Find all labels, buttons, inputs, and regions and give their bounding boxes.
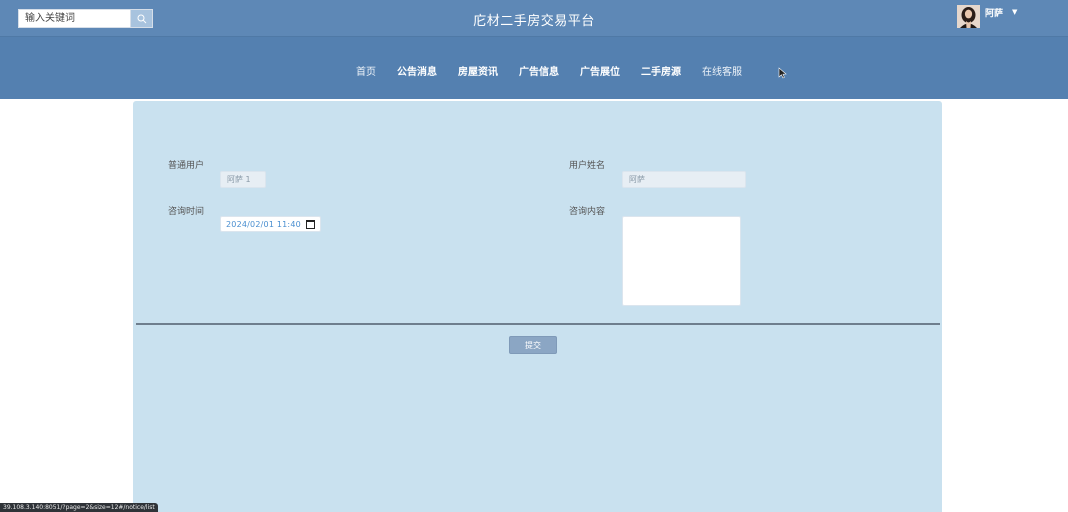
user-field[interactable]: 阿萨 1	[220, 171, 266, 188]
caret-down-icon[interactable]: ▼	[1012, 8, 1017, 16]
nav-item-second-hand-houses[interactable]: 二手房源	[641, 63, 681, 78]
content-textarea[interactable]	[622, 216, 741, 306]
time-value: 2024/02/01 11:40	[226, 219, 301, 229]
divider	[136, 323, 940, 325]
name-label: 用户姓名	[569, 161, 606, 171]
nav-menu: 首页 公告消息 房屋资讯 广告信息 广告展位 二手房源 在线客服	[356, 63, 763, 78]
consultation-form-panel	[133, 101, 942, 512]
user-label: 普通用户	[168, 161, 205, 171]
content-label: 咨询内容	[569, 207, 606, 217]
nav-item-house-news[interactable]: 房屋资讯	[458, 63, 498, 78]
user-name[interactable]: 阿萨	[985, 6, 1003, 19]
calendar-icon[interactable]	[306, 219, 315, 229]
status-bar-url: 39.108.3.140:8051/?page=2&size=12#/notic…	[0, 503, 158, 512]
user-menu[interactable]: 阿萨 ▼	[957, 5, 1017, 28]
top-bar: 庀材二手房交易平台 阿萨 ▼	[0, 0, 1068, 37]
nav-item-ad-booth[interactable]: 广告展位	[580, 63, 620, 78]
name-field[interactable]: 阿萨	[622, 171, 746, 188]
nav-bar: 首页 公告消息 房屋资讯 广告信息 广告展位 二手房源 在线客服	[0, 37, 1068, 99]
nav-item-ad-info[interactable]: 广告信息	[519, 63, 559, 78]
time-label: 咨询时间	[168, 207, 205, 217]
avatar[interactable]	[957, 5, 980, 28]
time-field[interactable]: 2024/02/01 11:40	[220, 216, 321, 232]
mouse-cursor-icon	[778, 67, 787, 79]
site-title: 庀材二手房交易平台	[473, 14, 595, 29]
nav-item-online-service[interactable]: 在线客服	[702, 63, 742, 78]
submit-button[interactable]: 提交	[509, 336, 557, 354]
nav-item-home[interactable]: 首页	[356, 63, 376, 78]
nav-item-notices[interactable]: 公告消息	[397, 63, 437, 78]
avatar-image	[957, 5, 980, 28]
